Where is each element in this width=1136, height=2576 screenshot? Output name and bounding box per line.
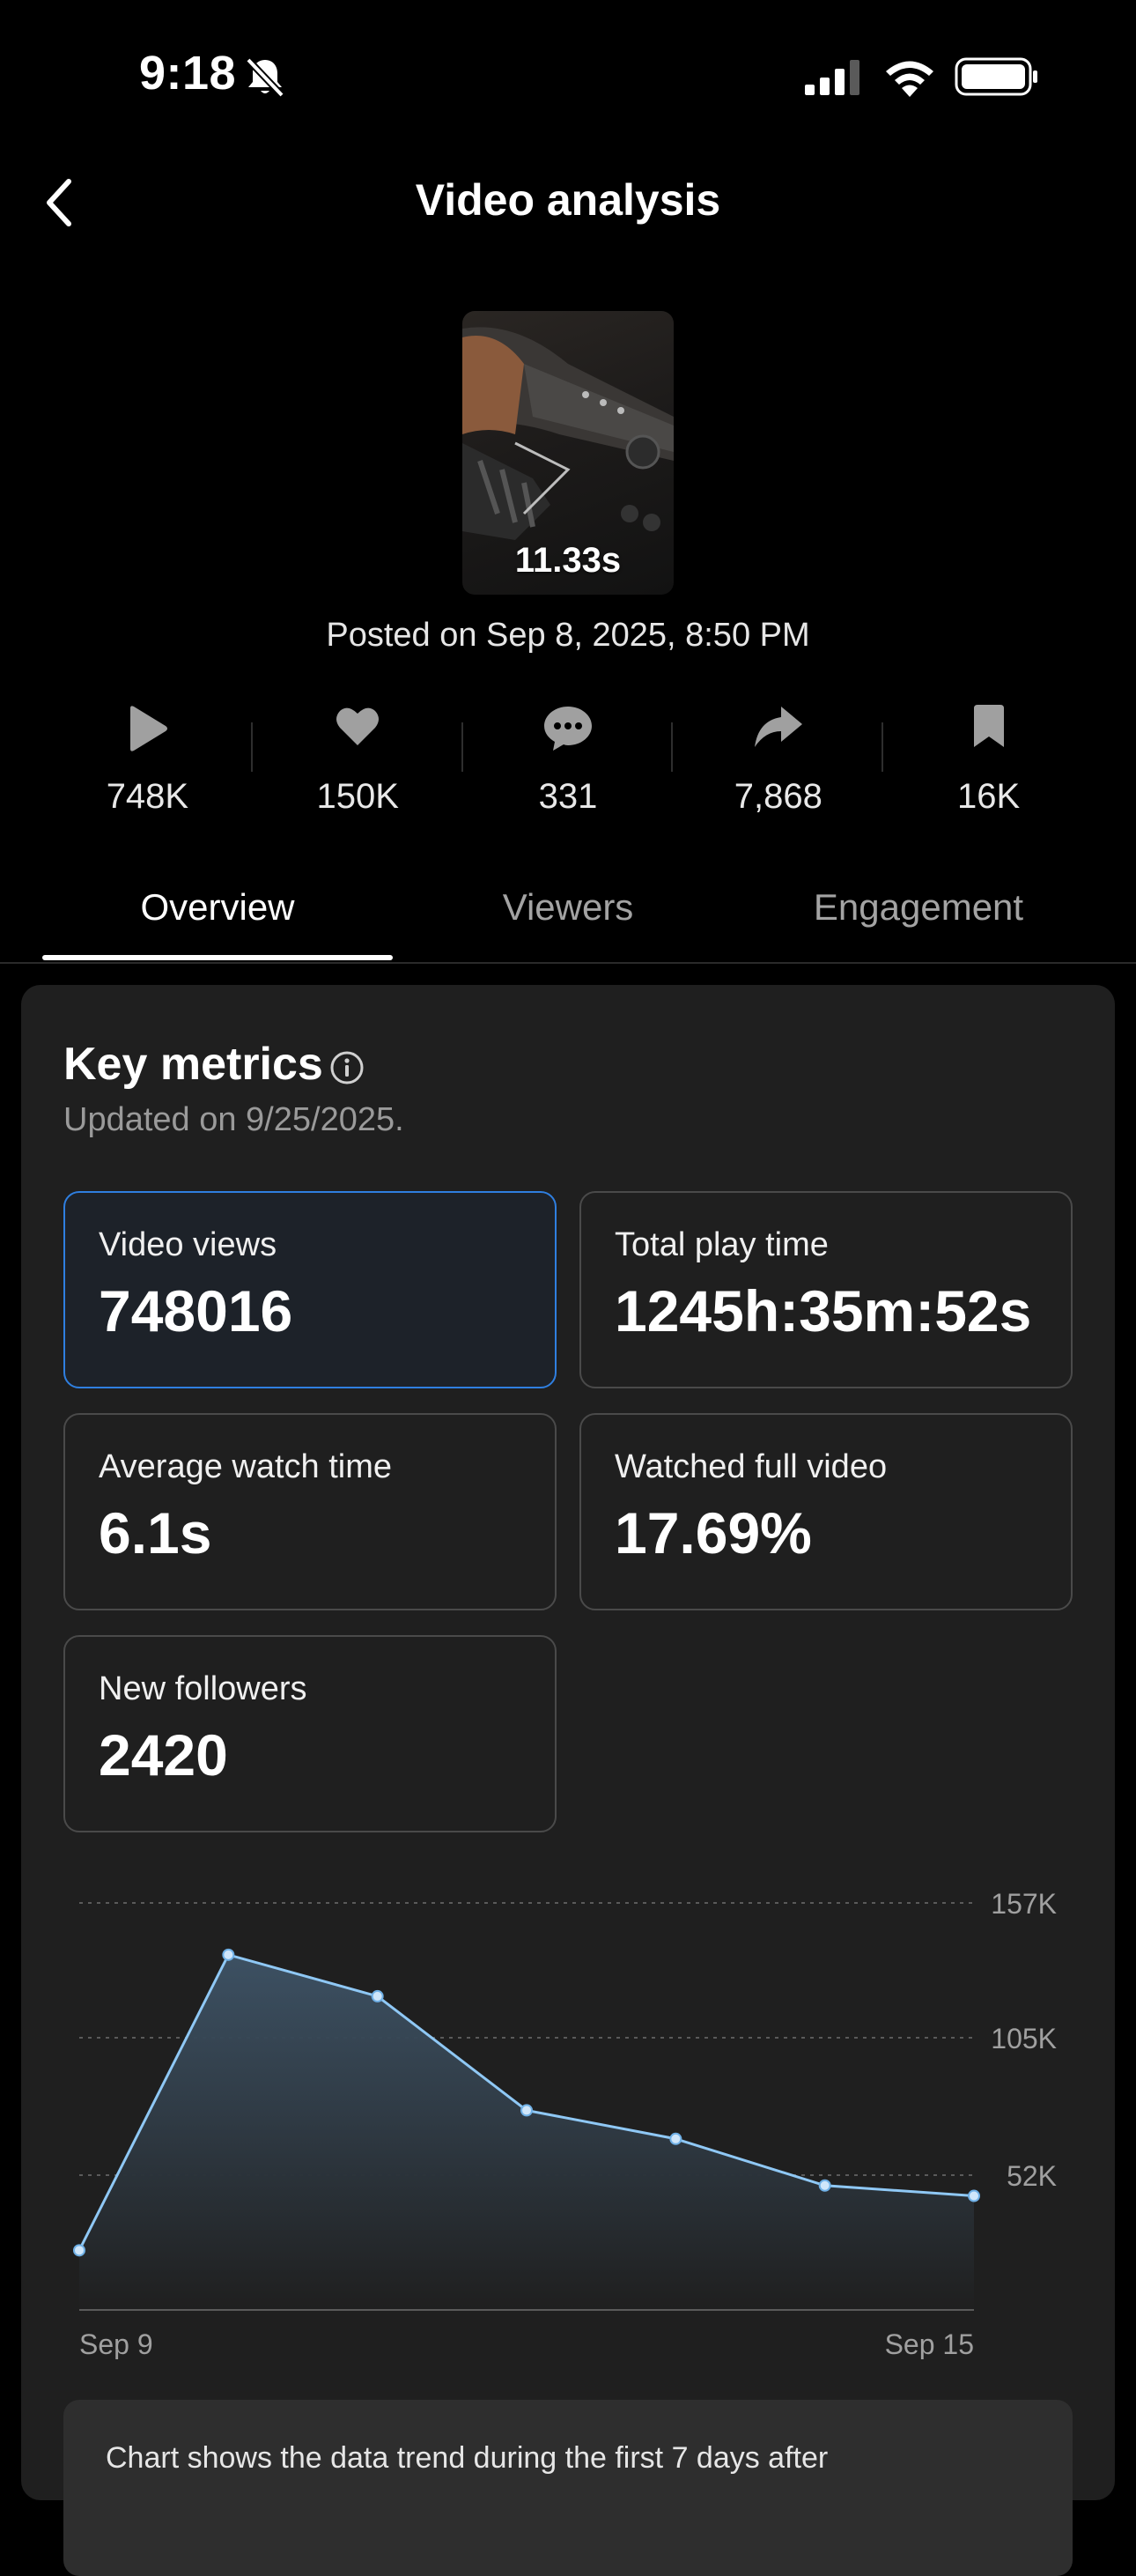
- stat-value: 331: [538, 777, 598, 816]
- cellular-signal-icon: [805, 60, 859, 95]
- data-point[interactable]: [371, 1989, 384, 2002]
- status-time: 9:18: [139, 47, 237, 100]
- stat-value: 150K: [316, 777, 399, 816]
- chart-note-text: Chart shows the data trend during the fi…: [106, 2441, 829, 2475]
- stat-shares: 7,868: [673, 696, 884, 828]
- heart-icon: [336, 707, 380, 745]
- engagement-stats: 748K 150K 331 7,868 16K: [42, 696, 1094, 828]
- video-thumbnail[interactable]: 11.33s: [462, 311, 674, 595]
- data-point[interactable]: [520, 2104, 533, 2117]
- tab-bar: Overview Viewers Engagement: [0, 872, 1136, 964]
- y-tick-label: 157K: [991, 1888, 1057, 1920]
- stat-comments: 331: [463, 696, 674, 828]
- status-bar: 9:18: [0, 0, 1136, 150]
- stat-likes: 150K: [253, 696, 463, 828]
- bell-slash-icon: [246, 57, 284, 98]
- tab-viewers[interactable]: Viewers: [393, 886, 743, 929]
- wifi-icon: [886, 61, 933, 97]
- data-point[interactable]: [73, 2244, 85, 2257]
- battery-icon: [955, 57, 1037, 96]
- play-icon: [130, 706, 168, 751]
- video-views-trend-chart[interactable]: 157K 105K 52K Sep 9 Sep 15: [21, 985, 1115, 2359]
- posted-date: Posted on Sep 8, 2025, 8:50 PM: [326, 617, 810, 654]
- stat-value: 748K: [106, 777, 189, 816]
- stat-views: 748K: [42, 696, 253, 828]
- tab-engagement[interactable]: Engagement: [743, 886, 1094, 929]
- data-point[interactable]: [818, 2179, 831, 2192]
- share-icon: [754, 707, 802, 747]
- nav-bar: Video analysis: [0, 159, 1136, 247]
- tab-overview[interactable]: Overview: [42, 886, 393, 929]
- y-tick-label: 52K: [1007, 2160, 1057, 2192]
- chart-area: [79, 1954, 974, 2310]
- y-tick-label: 105K: [991, 2023, 1057, 2054]
- page-title: Video analysis: [415, 175, 721, 225]
- data-point[interactable]: [222, 1948, 235, 1961]
- comment-icon: [543, 707, 592, 751]
- chart-note: Chart shows the data trend during the fi…: [63, 2400, 1073, 2576]
- data-point[interactable]: [669, 2132, 682, 2145]
- x-tick-label: Sep 9: [79, 2328, 153, 2359]
- stat-value: 16K: [957, 777, 1021, 816]
- data-point[interactable]: [968, 2189, 980, 2202]
- x-tick-label: Sep 15: [885, 2328, 974, 2359]
- active-tab-indicator: [42, 955, 393, 960]
- video-duration: 11.33s: [514, 541, 622, 580]
- key-metrics-card: Key metrics Updated on 9/25/2025. Video …: [21, 985, 1115, 2576]
- bookmark-icon: [973, 705, 1004, 747]
- stat-saves: 16K: [883, 696, 1094, 828]
- stat-value: 7,868: [734, 777, 822, 816]
